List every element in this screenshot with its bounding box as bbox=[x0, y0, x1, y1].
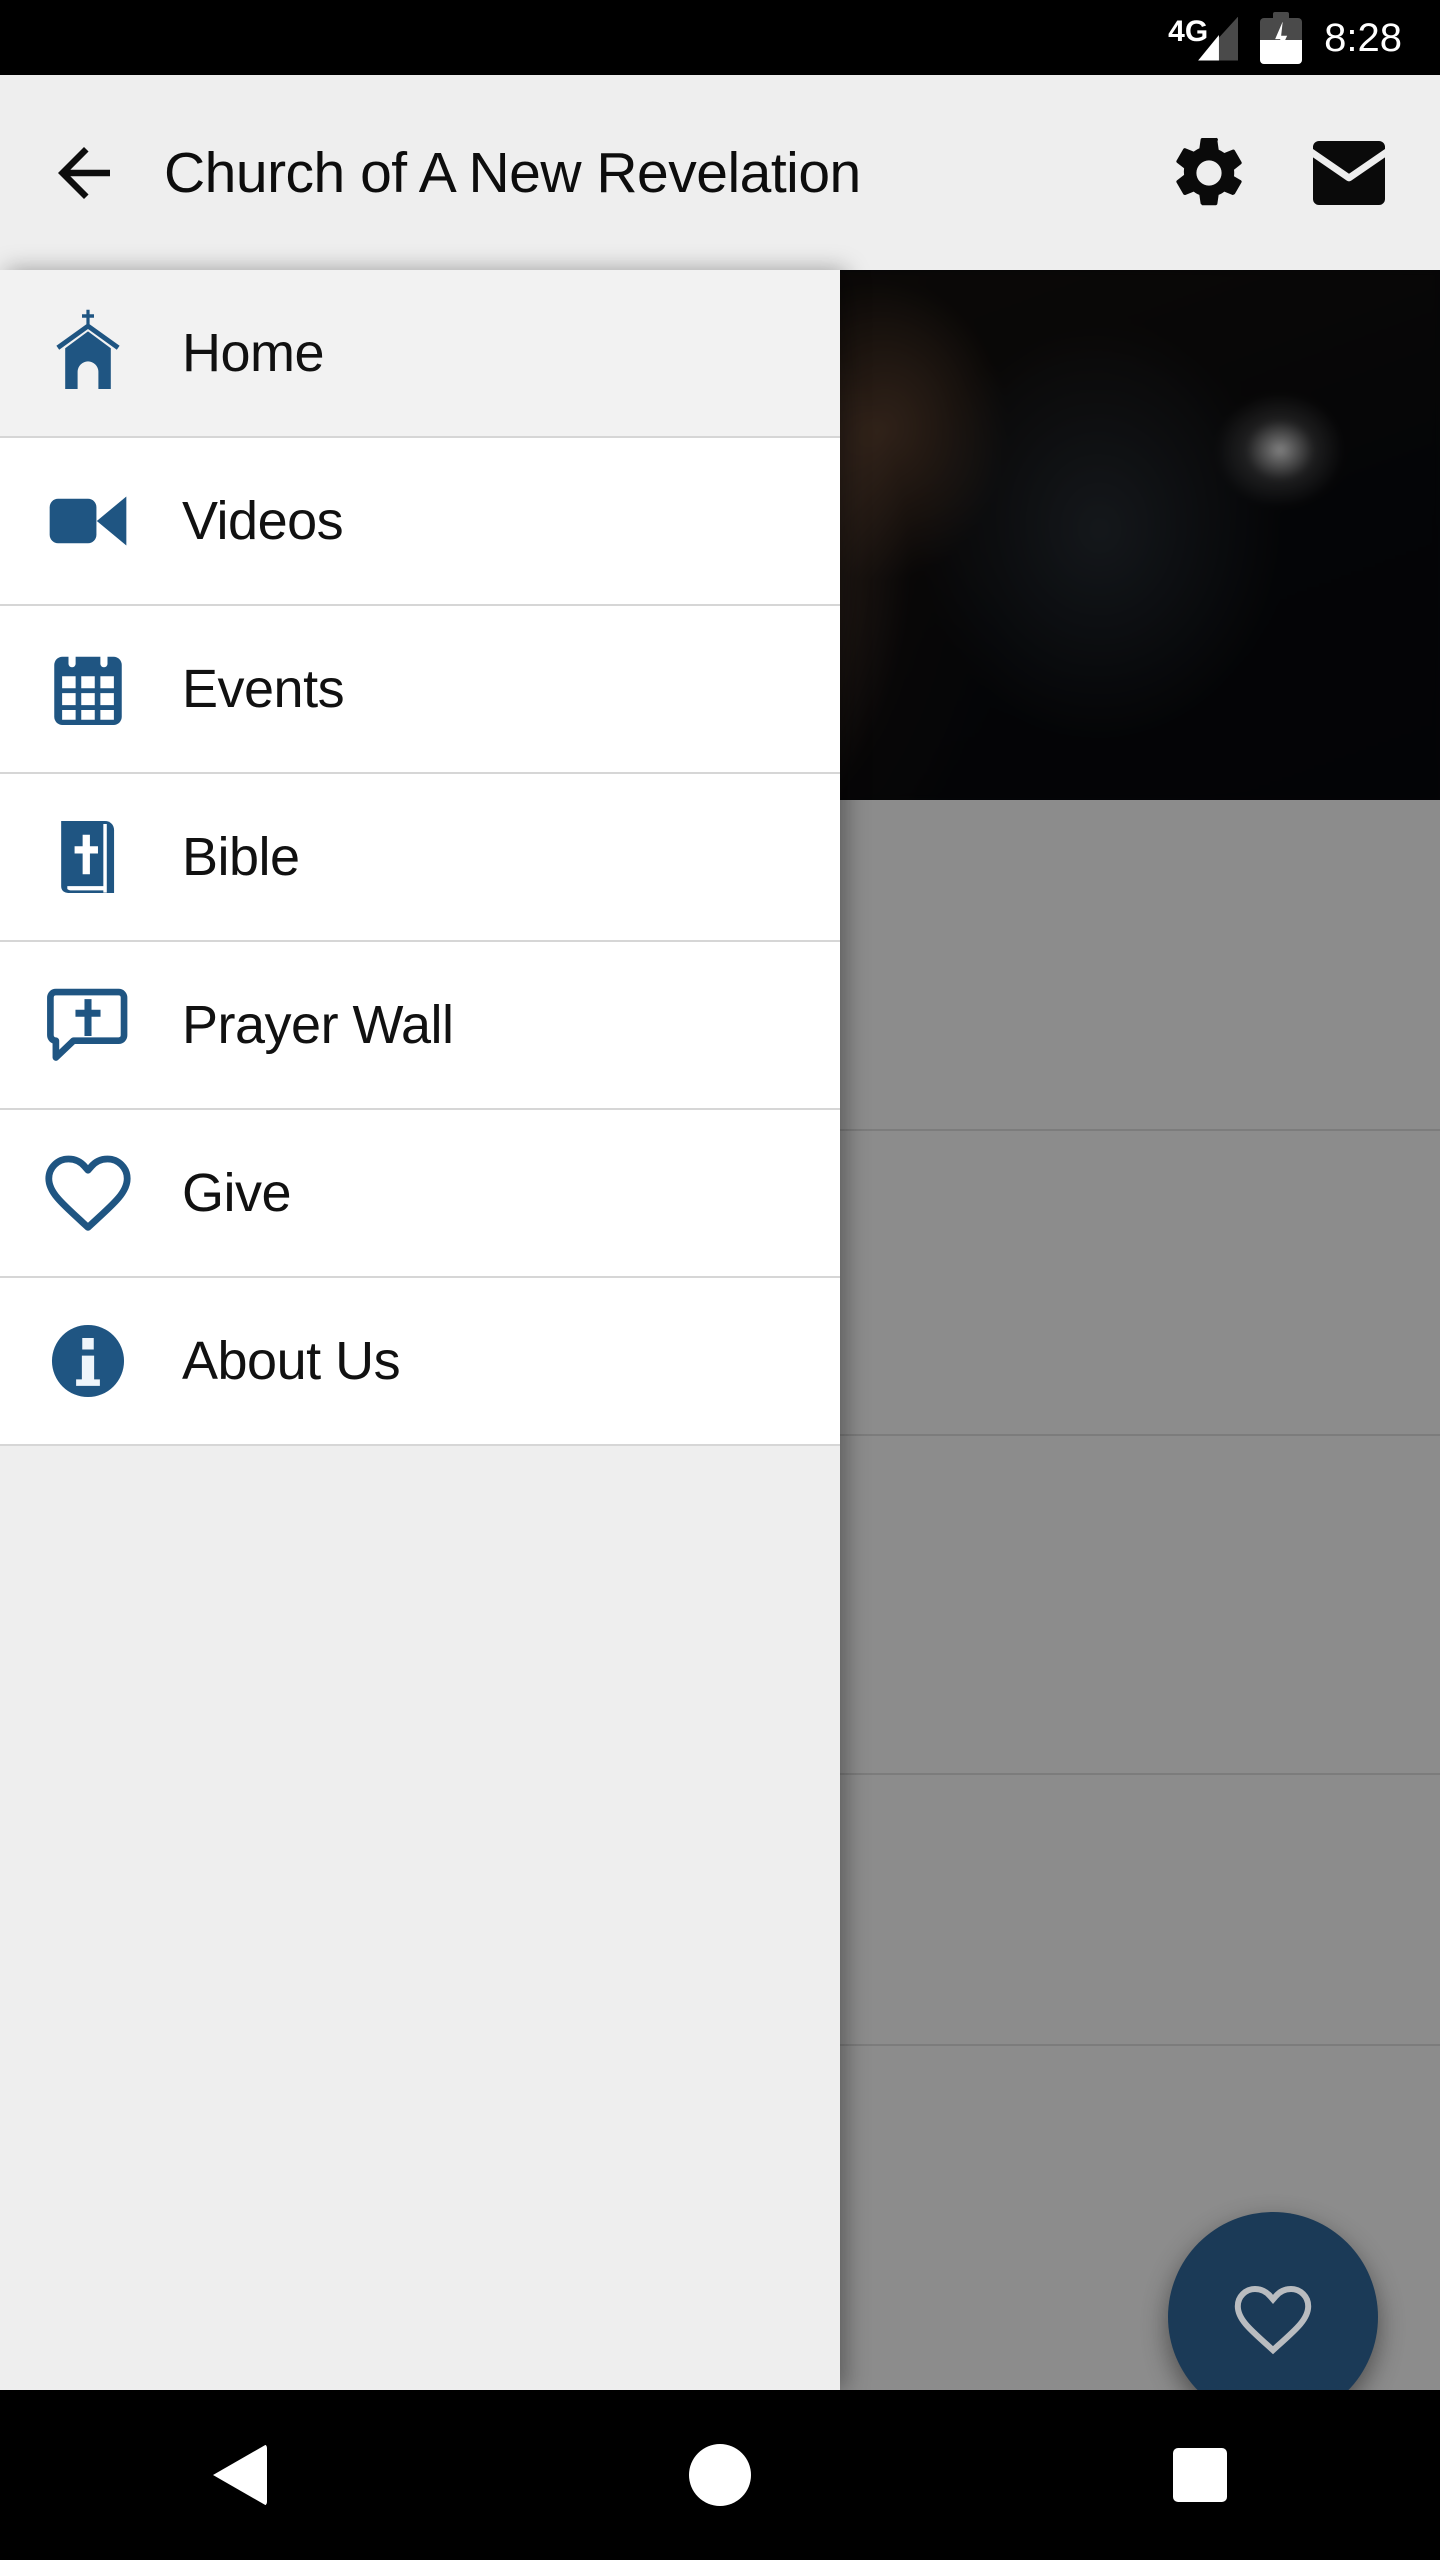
clock-label: 8:28 bbox=[1324, 15, 1402, 60]
drawer-item-label: Prayer Wall bbox=[182, 995, 454, 1055]
calendar-icon bbox=[36, 637, 140, 741]
nav-recents-square-icon[interactable] bbox=[1125, 2400, 1275, 2550]
drawer-item-label: Bible bbox=[182, 827, 300, 887]
drawer-item-label: Give bbox=[182, 1163, 292, 1223]
drawer-item-label: Videos bbox=[182, 491, 344, 551]
status-bar: 4G 8:28 bbox=[0, 0, 1440, 75]
signal-triangle bbox=[1198, 16, 1239, 61]
battery-charging-icon bbox=[1260, 11, 1303, 64]
drawer-item-about-us[interactable]: About Us bbox=[0, 1278, 840, 1446]
drawer-item-bible[interactable]: Bible bbox=[0, 774, 840, 942]
video-camera-icon bbox=[36, 469, 140, 573]
network-type-label: 4G bbox=[1168, 14, 1209, 48]
heart-outline-icon bbox=[36, 1141, 140, 1245]
bible-book-icon bbox=[36, 805, 140, 909]
info-circle-icon bbox=[36, 1309, 140, 1413]
nav-back-triangle-icon[interactable] bbox=[165, 2400, 315, 2550]
signal-bars-icon: 4G bbox=[1168, 14, 1239, 61]
drawer-item-prayer-wall[interactable]: Prayer Wall bbox=[0, 942, 840, 1110]
church-icon bbox=[36, 301, 140, 405]
app-bar: Church of A New Revelation bbox=[0, 75, 1440, 270]
speech-cross-icon bbox=[36, 973, 140, 1077]
drawer-item-label: Home bbox=[182, 323, 325, 383]
phone-screen: 4G 8:28 Church of A New Revelation ome a bbox=[0, 0, 1440, 2560]
page-title: Church of A New Revelation bbox=[164, 140, 861, 205]
gear-icon[interactable] bbox=[1154, 118, 1264, 228]
drawer-item-videos[interactable]: Videos bbox=[0, 438, 840, 606]
drawer-item-home[interactable]: Home bbox=[0, 270, 840, 438]
nav-home-circle-icon[interactable] bbox=[645, 2400, 795, 2550]
back-arrow-icon[interactable] bbox=[36, 125, 132, 221]
envelope-icon[interactable] bbox=[1294, 118, 1404, 228]
drawer-item-label: Events bbox=[182, 659, 345, 719]
drawer-item-give[interactable]: Give bbox=[0, 1110, 840, 1278]
drawer-item-label: About Us bbox=[182, 1331, 401, 1391]
navigation-drawer: Home Videos Events Bible Prayer Wall Giv… bbox=[0, 270, 840, 2560]
drawer-item-events[interactable]: Events bbox=[0, 606, 840, 774]
system-navigation-bar bbox=[0, 2390, 1440, 2560]
